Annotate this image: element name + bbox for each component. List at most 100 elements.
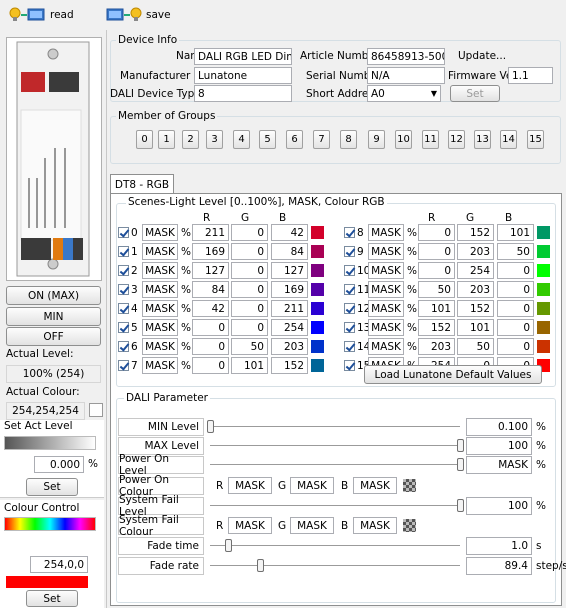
group-9-button[interactable]: 9: [368, 130, 385, 149]
power-on-colour-r-value[interactable]: MASK: [228, 477, 272, 494]
group-12-button[interactable]: 12: [448, 130, 465, 149]
scene-9-r[interactable]: 0: [418, 243, 455, 260]
scene-8-r[interactable]: 0: [418, 224, 455, 241]
group-15-button[interactable]: 15: [527, 130, 544, 149]
group-7-button[interactable]: 7: [313, 130, 330, 149]
scene-3-checkbox[interactable]: [118, 284, 129, 295]
group-6-button[interactable]: 6: [286, 130, 303, 149]
scene-14-r[interactable]: 203: [418, 338, 455, 355]
scene-8-checkbox[interactable]: [344, 227, 355, 238]
scene-6-b[interactable]: 203: [271, 338, 308, 355]
scene-12-level[interactable]: MASK: [368, 300, 404, 317]
group-11-button[interactable]: 11: [422, 130, 439, 149]
scene-11-checkbox[interactable]: [344, 284, 355, 295]
group-8-button[interactable]: 8: [340, 130, 357, 149]
system-fail-colour-colour-picker-icon[interactable]: [403, 519, 416, 532]
scene-11-level[interactable]: MASK: [368, 281, 404, 298]
scene-5-checkbox[interactable]: [118, 322, 129, 333]
set-level-button[interactable]: Set: [26, 478, 78, 496]
scene-2-g[interactable]: 0: [231, 262, 268, 279]
scene-9-b[interactable]: 50: [497, 243, 534, 260]
scene-5-level[interactable]: MASK: [142, 319, 178, 336]
power-on-colour-b-value[interactable]: MASK: [353, 477, 397, 494]
group-14-button[interactable]: 14: [500, 130, 517, 149]
power-on-colour-colour-picker-icon[interactable]: [403, 479, 416, 492]
scene-0-b[interactable]: 42: [271, 224, 308, 241]
scene-2-r[interactable]: 127: [192, 262, 229, 279]
scene-1-g[interactable]: 0: [231, 243, 268, 260]
group-2-button[interactable]: 2: [182, 130, 199, 149]
scene-12-g[interactable]: 152: [457, 300, 494, 317]
max-level-value[interactable]: 100: [466, 437, 532, 455]
scene-10-r[interactable]: 0: [418, 262, 455, 279]
scene-10-level[interactable]: MASK: [368, 262, 404, 279]
manufacturer-field[interactable]: Lunatone: [194, 67, 292, 84]
scene-10-b[interactable]: 0: [497, 262, 534, 279]
scene-12-checkbox[interactable]: [344, 303, 355, 314]
group-0-button[interactable]: 0: [136, 130, 153, 149]
off-button[interactable]: OFF: [6, 327, 101, 346]
power-on-level-value[interactable]: MASK: [466, 456, 532, 474]
hue-gradient[interactable]: [4, 517, 96, 531]
scene-13-level[interactable]: MASK: [368, 319, 404, 336]
colour-value-field[interactable]: 254,0,0: [30, 556, 88, 573]
fade-time-thumb[interactable]: [224, 539, 232, 552]
update-link[interactable]: Update...: [458, 50, 506, 62]
scene-1-r[interactable]: 169: [192, 243, 229, 260]
system-fail-level-thumb[interactable]: [457, 499, 464, 512]
scene-13-checkbox[interactable]: [344, 322, 355, 333]
tab-dt8-rgb[interactable]: DT8 - RGB: [110, 174, 174, 194]
scene-13-g[interactable]: 101: [457, 319, 494, 336]
system-fail-colour-b-value[interactable]: MASK: [353, 517, 397, 534]
short-address-select[interactable]: A0 ▼: [367, 85, 441, 102]
scene-3-r[interactable]: 84: [192, 281, 229, 298]
scene-0-checkbox[interactable]: [118, 227, 129, 238]
scene-14-checkbox[interactable]: [344, 341, 355, 352]
scene-11-b[interactable]: 0: [497, 281, 534, 298]
power-on-colour-g-value[interactable]: MASK: [290, 477, 334, 494]
scene-4-checkbox[interactable]: [118, 303, 129, 314]
scene-5-b[interactable]: 254: [271, 319, 308, 336]
scene-14-b[interactable]: 0: [497, 338, 534, 355]
article-field[interactable]: 86458913-500: [367, 48, 445, 65]
scene-6-level[interactable]: MASK: [142, 338, 178, 355]
serial-field[interactable]: N/A: [367, 67, 445, 84]
system-fail-colour-r-value[interactable]: MASK: [228, 517, 272, 534]
scene-4-g[interactable]: 0: [231, 300, 268, 317]
scene-14-level[interactable]: MASK: [368, 338, 404, 355]
scene-0-g[interactable]: 0: [231, 224, 268, 241]
scene-3-level[interactable]: MASK: [142, 281, 178, 298]
scene-7-r[interactable]: 0: [192, 357, 229, 374]
min-level-thumb[interactable]: [207, 420, 214, 433]
power-on-level-thumb[interactable]: [457, 458, 464, 471]
scene-5-r[interactable]: 0: [192, 319, 229, 336]
group-4-button[interactable]: 4: [233, 130, 250, 149]
scene-7-level[interactable]: MASK: [142, 357, 178, 374]
scene-14-g[interactable]: 50: [457, 338, 494, 355]
scene-12-r[interactable]: 101: [418, 300, 455, 317]
scene-12-b[interactable]: 0: [497, 300, 534, 317]
scene-9-g[interactable]: 203: [457, 243, 494, 260]
scene-13-b[interactable]: 0: [497, 319, 534, 336]
group-5-button[interactable]: 5: [259, 130, 276, 149]
scene-8-level[interactable]: MASK: [368, 224, 404, 241]
scene-8-b[interactable]: 101: [497, 224, 534, 241]
scene-6-checkbox[interactable]: [118, 341, 129, 352]
scene-4-level[interactable]: MASK: [142, 300, 178, 317]
set-address-button[interactable]: Set: [450, 85, 500, 102]
name-field[interactable]: DALI RGB LED Dim...: [194, 48, 292, 65]
scene-9-level[interactable]: MASK: [368, 243, 404, 260]
scene-13-r[interactable]: 152: [418, 319, 455, 336]
min-level-value[interactable]: 0.100: [466, 418, 532, 436]
scene-7-b[interactable]: 152: [271, 357, 308, 374]
scene-8-g[interactable]: 152: [457, 224, 494, 241]
scene-6-g[interactable]: 50: [231, 338, 268, 355]
scene-6-r[interactable]: 0: [192, 338, 229, 355]
group-10-button[interactable]: 10: [395, 130, 412, 149]
scene-1-level[interactable]: MASK: [142, 243, 178, 260]
scene-10-checkbox[interactable]: [344, 265, 355, 276]
scene-7-checkbox[interactable]: [118, 360, 129, 371]
scene-1-b[interactable]: 84: [271, 243, 308, 260]
system-fail-colour-g-value[interactable]: MASK: [290, 517, 334, 534]
system-fail-level-value[interactable]: 100: [466, 497, 532, 515]
